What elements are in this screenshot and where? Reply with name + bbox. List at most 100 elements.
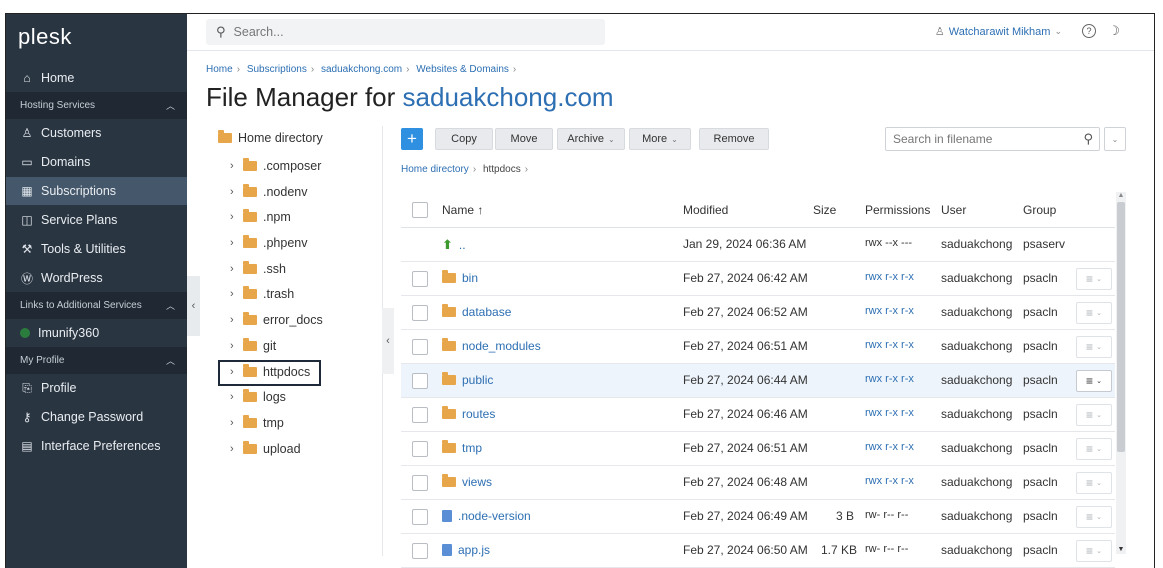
row-checkbox[interactable] <box>412 441 428 457</box>
tree-item[interactable]: › error_docs <box>230 311 323 329</box>
path-item[interactable]: Home directory <box>401 164 469 175</box>
column-user[interactable]: User <box>941 203 966 217</box>
file-permissions[interactable]: rwx r-x r-x <box>865 441 914 453</box>
section-links-additional[interactable]: Links to Additional Services ︿ <box>6 292 187 319</box>
remove-button[interactable]: Remove <box>699 128 769 150</box>
row-menu-button[interactable]: ≡ ⌄ <box>1076 302 1112 324</box>
row-menu-button[interactable]: ≡ ⌄ <box>1076 370 1112 392</box>
row-menu-button[interactable]: ≡ ⌄ <box>1076 404 1112 426</box>
table-row[interactable]: app.js Feb 27, 2024 06:50 AM 1.7 KB rw- … <box>401 534 1115 568</box>
sidebar-item-profile[interactable]: ⎘ Profile <box>6 374 187 402</box>
sidebar-item-imunify360[interactable]: Imunify360 <box>6 319 187 347</box>
help-icon[interactable]: ? <box>1082 24 1096 38</box>
sidebar-item-change-password[interactable]: ⚷ Change Password <box>6 403 187 431</box>
sidebar-item-interface-preferences[interactable]: ▤ Interface Preferences <box>6 432 187 460</box>
tree-item[interactable]: › .npm <box>230 208 291 226</box>
breadcrumb-item[interactable]: Home <box>206 64 233 75</box>
row-checkbox[interactable] <box>412 373 428 389</box>
table-row[interactable]: .node-version Feb 27, 2024 06:49 AM 3 B … <box>401 500 1115 534</box>
sidebar-collapse-handle[interactable]: ‹ <box>187 276 200 336</box>
tree-root[interactable]: Home directory <box>218 130 323 145</box>
sidebar-item-wordpress[interactable]: Ⓦ WordPress <box>6 264 187 292</box>
scroll-up-icon[interactable]: ▲ <box>1116 192 1126 199</box>
tree-item[interactable]: › logs <box>230 388 286 406</box>
tree-item[interactable]: › .ssh <box>230 260 286 278</box>
tree-item[interactable]: › .nodenv <box>230 183 307 201</box>
plesk-logo[interactable]: plesk <box>6 14 187 58</box>
sidebar-item-home[interactable]: ⌂ Home <box>6 64 187 92</box>
file-name[interactable]: node_modules <box>442 338 541 353</box>
move-button[interactable]: Move <box>495 128 553 150</box>
file-permissions[interactable]: rwx r-x r-x <box>865 305 914 317</box>
row-menu-button[interactable]: ≡ ⌄ <box>1076 540 1112 562</box>
table-row[interactable]: routes Feb 27, 2024 06:46 AM rwx r-x r-x… <box>401 398 1115 432</box>
copy-button[interactable]: Copy <box>435 128 493 150</box>
row-checkbox[interactable] <box>412 543 428 559</box>
file-name[interactable]: views <box>442 474 492 489</box>
row-checkbox[interactable] <box>412 339 428 355</box>
table-row-parent[interactable]: ⬆.. Jan 29, 2024 06:36 AM rwx --x --- sa… <box>401 228 1115 262</box>
file-permissions[interactable]: rw- r-- r-- <box>865 509 908 521</box>
table-row-hovered[interactable]: public Feb 27, 2024 06:44 AM rwx r-x r-x… <box>401 364 1115 398</box>
row-checkbox[interactable] <box>412 305 428 321</box>
sidebar-item-subscriptions[interactable]: ▦ Subscriptions <box>6 177 187 205</box>
file-name[interactable]: tmp <box>442 440 482 455</box>
path-item-current[interactable]: httpdocs <box>483 164 521 175</box>
section-my-profile[interactable]: My Profile ︿ <box>6 347 187 374</box>
tree-item[interactable]: › upload <box>230 440 301 458</box>
search-icon[interactable]: ⚲ <box>1083 131 1093 147</box>
archive-button[interactable]: Archive ⌄ <box>557 128 625 150</box>
file-name[interactable]: .node-version <box>442 509 531 523</box>
file-permissions[interactable]: rwx r-x r-x <box>865 373 914 385</box>
file-permissions[interactable]: rw- r-- r-- <box>865 543 908 555</box>
row-checkbox[interactable] <box>412 509 428 525</box>
file-name[interactable]: public <box>442 372 493 387</box>
file-name[interactable]: app.js <box>442 543 490 557</box>
breadcrumb-item[interactable]: Websites & Domains <box>416 64 509 75</box>
breadcrumb-item[interactable]: Subscriptions <box>247 64 307 75</box>
scroll-down-icon[interactable]: ▼ <box>1116 546 1126 553</box>
tree-item[interactable]: › .phpenv <box>230 234 307 252</box>
column-name[interactable]: Name ↑ <box>442 203 483 217</box>
file-permissions[interactable]: rwx r-x r-x <box>865 407 914 419</box>
tree-item[interactable]: › tmp <box>230 414 284 432</box>
select-all-checkbox[interactable] <box>412 202 428 218</box>
file-name[interactable]: database <box>442 304 511 319</box>
row-checkbox[interactable] <box>412 407 428 423</box>
table-row[interactable]: node_modules Feb 27, 2024 06:51 AM rwx r… <box>401 330 1115 364</box>
table-row[interactable]: database Feb 27, 2024 06:52 AM rwx r-x r… <box>401 296 1115 330</box>
breadcrumb-item[interactable]: saduakchong.com <box>321 64 402 75</box>
theme-toggle-icon[interactable]: ☽ <box>1108 23 1120 39</box>
table-row[interactable]: bin Feb 27, 2024 06:42 AM rwx r-x r-x sa… <box>401 262 1115 296</box>
file-name[interactable]: routes <box>442 406 495 421</box>
row-menu-button[interactable]: ≡ ⌄ <box>1076 268 1112 290</box>
tree-item[interactable]: › git <box>230 337 276 355</box>
more-button[interactable]: More ⌄ <box>629 128 691 150</box>
scrollbar-thumb[interactable] <box>1117 202 1125 452</box>
user-menu[interactable]: ♙ Watcharawit Mikham ⌄ <box>935 25 1062 39</box>
file-permissions[interactable]: rwx r-x r-x <box>865 475 914 487</box>
column-modified[interactable]: Modified <box>683 203 728 217</box>
sidebar-item-service-plans[interactable]: ◫ Service Plans <box>6 206 187 234</box>
sidebar-item-customers[interactable]: ♙ Customers <box>6 119 187 147</box>
file-permissions[interactable]: rwx r-x r-x <box>865 271 914 283</box>
tree-item[interactable]: › .trash <box>230 285 294 303</box>
table-row[interactable]: views Feb 27, 2024 06:48 AM rwx r-x r-x … <box>401 466 1115 500</box>
row-menu-button[interactable]: ≡ ⌄ <box>1076 472 1112 494</box>
column-permissions[interactable]: Permissions <box>865 203 930 217</box>
row-menu-button[interactable]: ≡ ⌄ <box>1076 438 1112 460</box>
row-menu-button[interactable]: ≡ ⌄ <box>1076 336 1112 358</box>
tree-collapse-handle[interactable]: ‹ <box>382 308 394 374</box>
table-row[interactable]: tmp Feb 27, 2024 06:51 AM rwx r-x r-x sa… <box>401 432 1115 466</box>
sidebar-item-tools[interactable]: ⚒ Tools & Utilities <box>6 235 187 263</box>
section-hosting-services[interactable]: Hosting Services ︿ <box>6 92 187 119</box>
add-button[interactable]: + <box>401 128 423 150</box>
file-name[interactable]: bin <box>442 270 478 285</box>
sidebar-item-domains[interactable]: ▭ Domains <box>6 148 187 176</box>
global-search-input[interactable]: ⚲ Search... <box>206 19 605 45</box>
file-permissions[interactable]: rwx r-x r-x <box>865 339 914 351</box>
filename-search-input[interactable]: Search in filename ⚲ <box>885 127 1100 151</box>
file-name[interactable]: ⬆.. <box>442 237 466 253</box>
row-checkbox[interactable] <box>412 475 428 491</box>
column-group[interactable]: Group <box>1023 203 1056 217</box>
